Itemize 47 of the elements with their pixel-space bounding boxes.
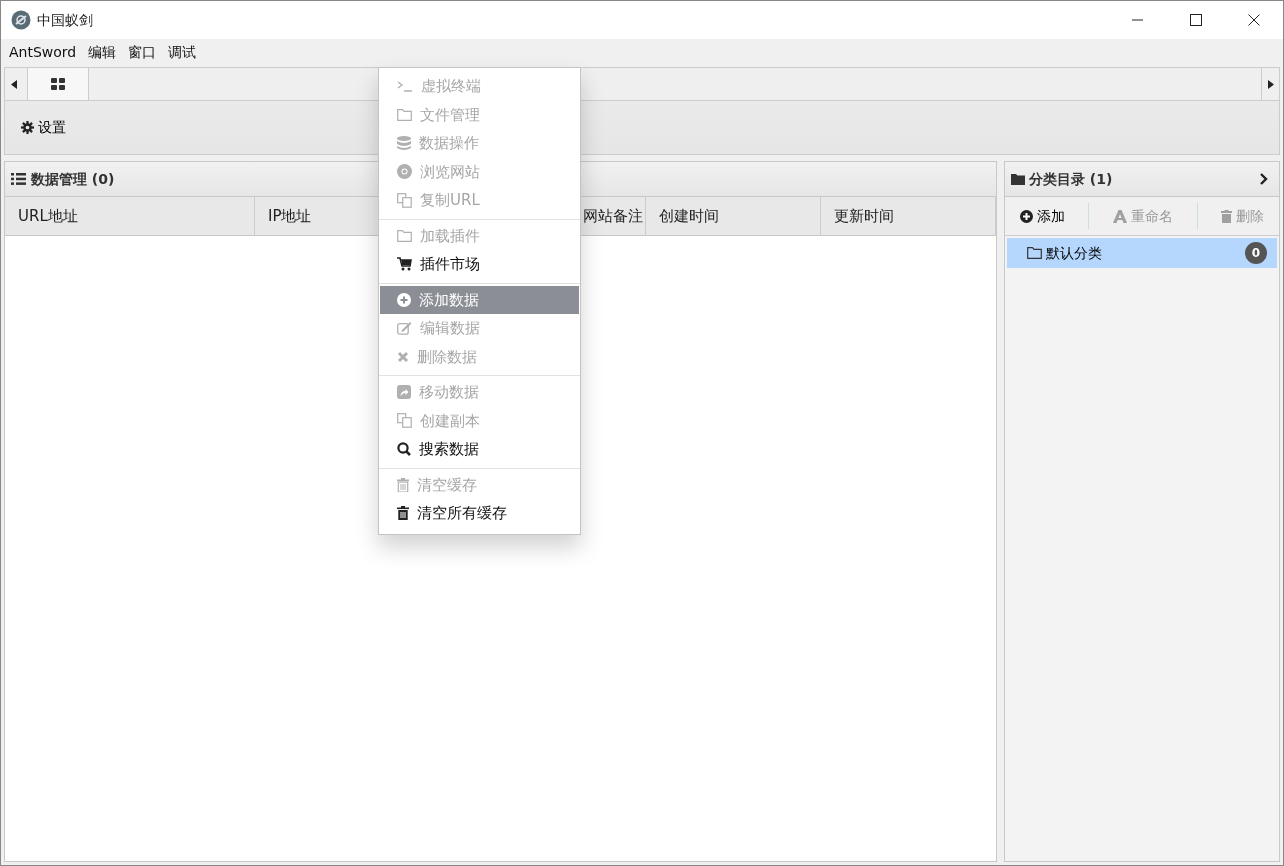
- panel-title: 数据管理 (0): [31, 169, 115, 189]
- folder-icon: [1027, 247, 1042, 259]
- menu-item[interactable]: 调试: [164, 41, 205, 63]
- terminal-icon: [397, 80, 413, 93]
- letter-a-icon: [1113, 209, 1127, 223]
- edit-icon: [397, 321, 412, 336]
- menu-item[interactable]: AntSword: [5, 41, 85, 63]
- menu-item[interactable]: 清空所有缓存: [380, 499, 579, 528]
- close-icon: [1248, 14, 1260, 26]
- menu-item[interactable]: 窗口: [124, 41, 165, 63]
- add-button[interactable]: 添加: [1013, 203, 1071, 229]
- count-badge: 0: [1245, 242, 1267, 264]
- folder-icon: [397, 229, 412, 242]
- chevron-right-icon: [1260, 173, 1268, 185]
- menu-item[interactable]: 搜索数据: [380, 435, 579, 464]
- left-triangle-icon: [11, 79, 17, 89]
- folder-icon: [1011, 173, 1025, 185]
- category-item[interactable]: 默认分类 0: [1007, 238, 1277, 268]
- column-header[interactable]: 创建时间: [646, 197, 821, 235]
- plus-circle-icon: [397, 292, 411, 307]
- maximize-icon: [1190, 14, 1202, 26]
- gear-icon: [21, 121, 34, 134]
- list-icon: [11, 173, 26, 185]
- column-header[interactable]: URL地址: [5, 197, 255, 235]
- settings-button[interactable]: 设置: [19, 115, 68, 140]
- copy-icon: [397, 413, 412, 429]
- search-icon: [397, 442, 411, 457]
- copy-icon: [397, 192, 412, 208]
- plus-circle-icon: [1019, 209, 1033, 223]
- trash-icon: [397, 477, 409, 492]
- folder-icon: [397, 108, 412, 121]
- menu-item[interactable]: 编辑: [84, 41, 125, 63]
- column-header[interactable]: 更新时间: [821, 197, 996, 235]
- app-logo-icon: [11, 10, 31, 30]
- trash-icon: [1221, 209, 1233, 223]
- trash-icon: [397, 506, 409, 521]
- globe-icon: [397, 164, 412, 180]
- database-icon: [397, 136, 411, 151]
- panel-title: 分类目录 (1): [1029, 169, 1113, 189]
- grid-icon: [51, 78, 65, 90]
- window-title: 中国蚁剑: [37, 10, 93, 30]
- close-icon: [397, 350, 409, 363]
- right-triangle-icon: [1267, 79, 1274, 89]
- tab[interactable]: [27, 68, 89, 100]
- share-icon: [397, 385, 411, 400]
- cart-icon: [397, 257, 412, 272]
- menu-item[interactable]: 插件市场: [380, 250, 579, 279]
